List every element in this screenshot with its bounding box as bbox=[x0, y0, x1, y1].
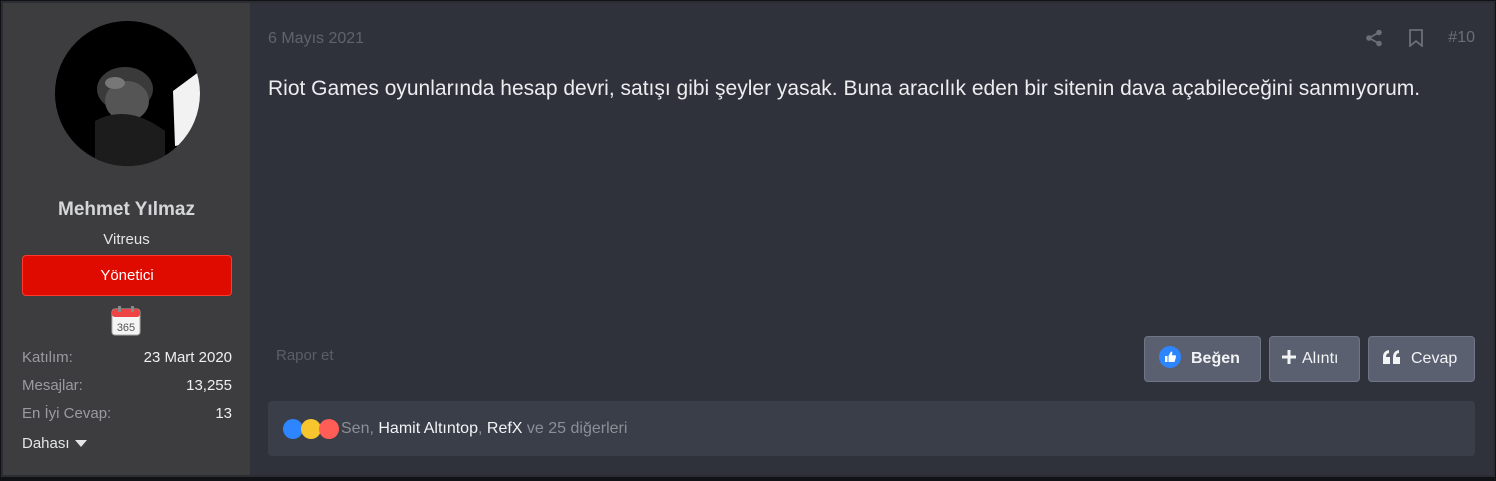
reaction-you: Sen, bbox=[341, 419, 374, 437]
reaction-icons[interactable] bbox=[283, 418, 339, 439]
reaction-separator: , bbox=[477, 419, 483, 437]
calendar-365-label: 365 bbox=[117, 322, 135, 334]
stat-label: Katılım: bbox=[22, 349, 73, 366]
post-date[interactable]: 6 Mayıs 2021 bbox=[268, 30, 364, 48]
stat-label: Mesajlar: bbox=[22, 377, 83, 394]
stat-messages: Mesajlar: 13,255 bbox=[22, 377, 232, 394]
post-footer-actions: Beğen Alıntı Cevap bbox=[1144, 336, 1475, 382]
like-label: Beğen bbox=[1191, 350, 1240, 367]
post-body: Riot Games oyunlarında hesap devri, satı… bbox=[268, 77, 1421, 100]
stat-joined: Katılım: 23 Mart 2020 bbox=[22, 349, 232, 366]
post-number[interactable]: #10 bbox=[1448, 29, 1475, 47]
message-post: Mehmet Yılmaz Vitreus Yönetici 365 Katıl… bbox=[1, 1, 1495, 477]
quote-button[interactable]: Alıntı bbox=[1269, 336, 1360, 382]
bookmark-icon[interactable] bbox=[1406, 28, 1426, 48]
reaction-user-link[interactable]: RefX bbox=[487, 420, 523, 438]
reaction-user-link[interactable]: Hamit Altıntop bbox=[378, 420, 478, 438]
stat-value[interactable]: 13,255 bbox=[186, 377, 232, 394]
post-header-actions: #10 bbox=[1364, 28, 1475, 48]
caret-down-icon bbox=[74, 435, 88, 452]
more-label: Dahası bbox=[22, 435, 70, 452]
like-icon bbox=[283, 418, 303, 439]
love-icon bbox=[319, 418, 339, 439]
share-icon[interactable] bbox=[1364, 28, 1384, 48]
laugh-icon bbox=[301, 418, 321, 439]
quote-marks-icon bbox=[1383, 349, 1401, 369]
user-sidebar: Mehmet Yılmaz Vitreus Yönetici 365 Katıl… bbox=[3, 3, 250, 475]
more-toggle[interactable]: Dahası bbox=[22, 435, 88, 452]
thumbs-up-icon bbox=[1159, 345, 1181, 373]
stat-label: En İyi Cevap: bbox=[22, 405, 112, 422]
post-main: 6 Mayıs 2021 #10 Riot Games oyunlarında … bbox=[250, 3, 1493, 475]
user-title: Vitreus bbox=[103, 231, 150, 248]
reactions-bar: Sen, Hamit Altıntop , RefX ve 25 diğerle… bbox=[268, 401, 1475, 456]
report-link[interactable]: Rapor et bbox=[276, 347, 334, 364]
stat-value: 23 Mart 2020 bbox=[143, 349, 232, 366]
stat-best-answer: En İyi Cevap: 13 bbox=[22, 405, 232, 422]
calendar-365-icon[interactable]: 365 bbox=[110, 305, 142, 337]
avatar[interactable] bbox=[55, 21, 200, 166]
username[interactable]: Mehmet Yılmaz bbox=[3, 199, 250, 221]
reaction-others-link[interactable]: ve 25 diğerleri bbox=[527, 420, 628, 438]
role-badge: Yönetici bbox=[22, 255, 232, 296]
stat-value: 13 bbox=[215, 405, 232, 422]
quote-label: Alıntı bbox=[1302, 350, 1339, 367]
reply-button[interactable]: Cevap bbox=[1368, 336, 1475, 382]
reply-label: Cevap bbox=[1411, 350, 1458, 367]
like-button[interactable]: Beğen bbox=[1144, 336, 1261, 382]
plus-icon bbox=[1282, 349, 1296, 369]
